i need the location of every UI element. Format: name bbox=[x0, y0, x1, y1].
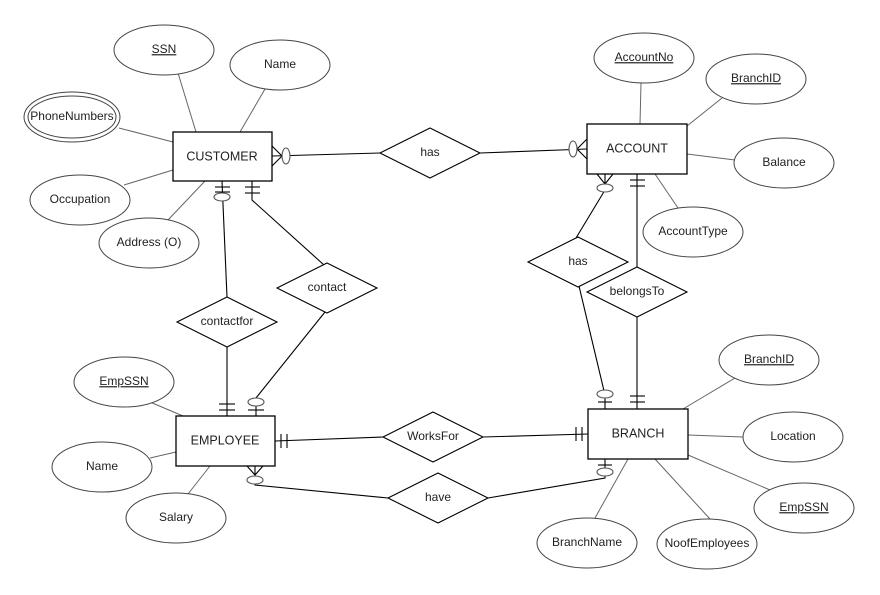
attribute-customer-name[interactable]: Name bbox=[229, 39, 331, 91]
attribute-customer-occupation[interactable]: Occupation bbox=[29, 174, 131, 226]
entity-label: BRANCH bbox=[612, 426, 665, 440]
attribute-branch-branch-id[interactable]: BranchID bbox=[718, 334, 820, 386]
relationship-label: has bbox=[420, 145, 439, 159]
entity-account[interactable]: ACCOUNT bbox=[586, 123, 688, 175]
attribute-account-account-no[interactable]: AccountNo bbox=[593, 32, 695, 84]
relationship-works-for[interactable]: WorksFor bbox=[381, 411, 485, 463]
attribute-label: PhoneNumbers bbox=[30, 109, 113, 123]
entity-label: EMPLOYEE bbox=[191, 433, 260, 447]
entity-customer[interactable]: CUSTOMER bbox=[172, 131, 273, 182]
attribute-label: BranchName bbox=[552, 535, 622, 549]
relationship-label: belongsTo bbox=[610, 284, 665, 298]
attribute-account-account-type[interactable]: AccountType bbox=[642, 206, 744, 258]
attribute-customer-ssn[interactable]: SSN bbox=[113, 24, 215, 76]
attribute-label: Name bbox=[86, 459, 118, 473]
attribute-label: SSN bbox=[152, 42, 177, 56]
attribute-branch-location[interactable]: Location bbox=[742, 411, 844, 463]
attribute-label: EmpSSN bbox=[99, 374, 148, 388]
attribute-label: BranchID bbox=[731, 71, 781, 85]
attribute-label: Name bbox=[264, 57, 296, 71]
entity-label: ACCOUNT bbox=[606, 141, 668, 155]
attribute-label: Salary bbox=[159, 510, 193, 524]
attribute-account-branch-id[interactable]: BranchID bbox=[705, 53, 807, 105]
attribute-branch-branch-name[interactable]: BranchName bbox=[536, 517, 638, 569]
relationship-have[interactable]: have bbox=[386, 472, 490, 524]
relationship-contact[interactable]: contact bbox=[275, 262, 379, 314]
attribute-label: Balance bbox=[762, 155, 806, 169]
er-diagram: CUSTOMER ACCOUNT EMPLOYEE BRANCH has has… bbox=[23, 24, 855, 570]
attribute-branch-emp-ssn[interactable]: EmpSSN bbox=[753, 482, 855, 534]
relationship-label: contact bbox=[308, 280, 347, 294]
attribute-label: AccountType bbox=[658, 224, 728, 238]
relationship-label: have bbox=[425, 490, 451, 504]
attribute-label: Location bbox=[770, 429, 815, 443]
entity-employee[interactable]: EMPLOYEE bbox=[175, 415, 276, 467]
attribute-customer-phone-numbers[interactable]: PhoneNumbers bbox=[23, 91, 121, 143]
relationship-label: has bbox=[568, 254, 587, 268]
attribute-label: Occupation bbox=[50, 192, 111, 206]
relationship-label: WorksFor bbox=[407, 429, 459, 443]
attribute-label: AccountNo bbox=[615, 50, 674, 64]
attribute-customer-address[interactable]: Address (O) bbox=[98, 217, 200, 269]
attribute-branch-noof-employees[interactable]: NoofEmployees bbox=[656, 518, 758, 570]
relationship-has-customer-account[interactable]: has bbox=[378, 127, 482, 179]
attribute-label: BranchID bbox=[744, 352, 794, 366]
entity-branch[interactable]: BRANCH bbox=[587, 408, 689, 460]
attribute-label: Address (O) bbox=[117, 235, 182, 249]
relationship-label: contactfor bbox=[201, 314, 254, 328]
attribute-employee-name[interactable]: Name bbox=[51, 441, 153, 493]
attribute-label: NoofEmployees bbox=[665, 536, 750, 550]
attribute-label: EmpSSN bbox=[779, 500, 828, 514]
attribute-employee-emp-ssn[interactable]: EmpSSN bbox=[73, 356, 175, 408]
relationship-contactfor[interactable]: contactfor bbox=[175, 296, 279, 348]
entity-label: CUSTOMER bbox=[186, 149, 257, 163]
attribute-account-balance[interactable]: Balance bbox=[733, 137, 835, 189]
attribute-employee-salary[interactable]: Salary bbox=[125, 492, 227, 544]
